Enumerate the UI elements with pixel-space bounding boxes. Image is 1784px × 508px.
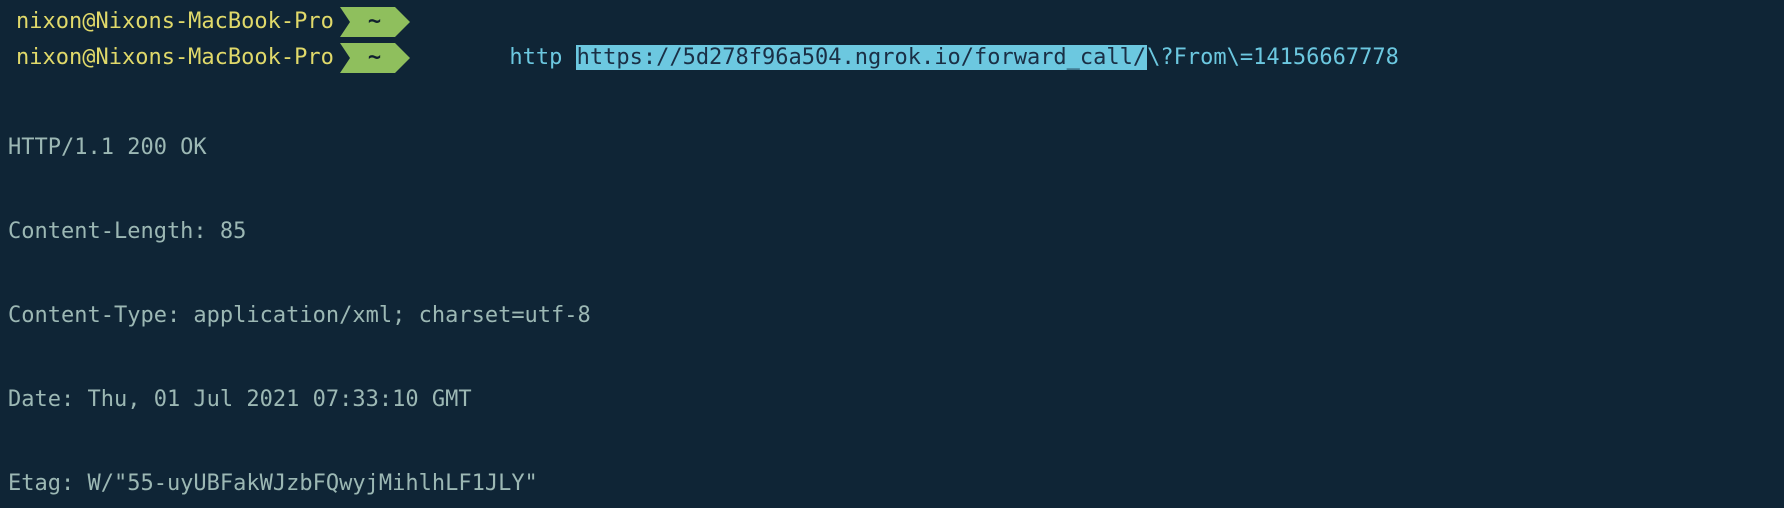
prompt-dir: ~ (368, 44, 381, 72)
http-response-headers: HTTP/1.1 200 OK Content-Length: 85 Conte… (0, 76, 1784, 508)
http-status-line: HTTP/1.1 200 OK (4, 134, 1780, 162)
prompt-segment-icon: ~ (340, 7, 420, 37)
http-header: Etag: W/"55-uyUBFakWJzbFQwyjMihlhLF1JLY" (4, 470, 1780, 498)
prompt-line-command: nixon@Nixons-MacBook-Pro ~ http https://… (0, 40, 1784, 76)
prompt-user-host: nixon@Nixons-MacBook-Pro (16, 8, 334, 36)
command-url-tail: \?From\=14156667778 (1147, 45, 1399, 70)
prompt-segment-icon: ~ (340, 43, 420, 73)
http-header: Content-Type: application/xml; charset=u… (4, 302, 1780, 330)
http-header: Content-Length: 85 (4, 218, 1780, 246)
prompt-dir: ~ (368, 8, 381, 36)
command-url-selected: https://5d278f96a504.ngrok.io/forward_ca… (576, 45, 1148, 70)
command-program: http (509, 45, 562, 70)
command-text: http https://5d278f96a504.ngrok.io/forwa… (430, 16, 1399, 100)
prompt-user-host: nixon@Nixons-MacBook-Pro (16, 44, 334, 72)
http-header: Date: Thu, 01 Jul 2021 07:33:10 GMT (4, 386, 1780, 414)
terminal[interactable]: nixon@Nixons-MacBook-Pro ~ nixon@Nixons-… (0, 0, 1784, 508)
